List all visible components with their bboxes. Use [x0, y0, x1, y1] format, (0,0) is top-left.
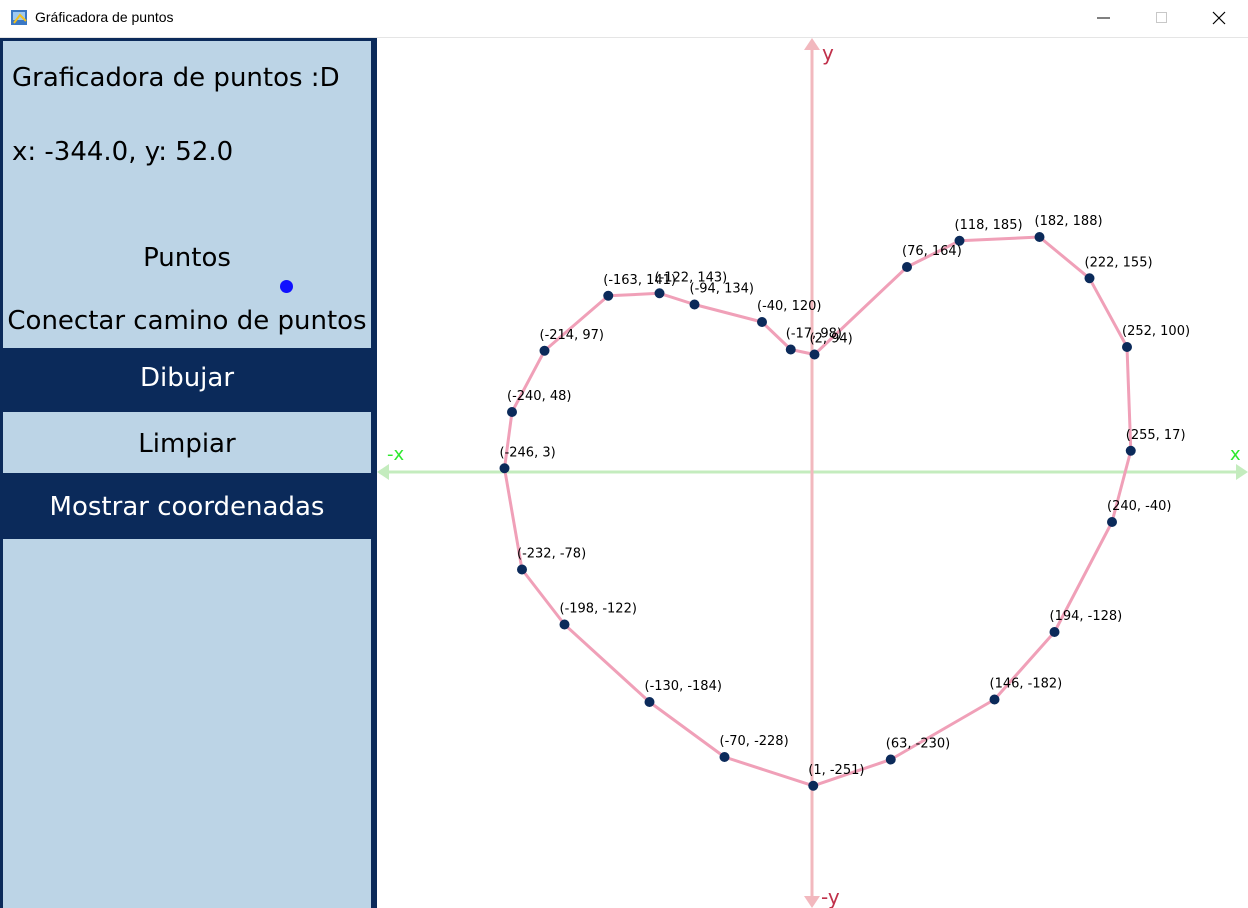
- connect-path-label[interactable]: Conectar camino de puntos: [0, 306, 374, 336]
- connected-path: [503, 235, 1133, 788]
- plot-point: [559, 619, 570, 630]
- cursor-coordinates: x: -344.0, y: 52.0: [12, 137, 234, 167]
- point-coordinate-label: (-246, 3): [500, 445, 556, 460]
- y-positive-label: y: [822, 41, 834, 65]
- point-coordinate-label: (194, -128): [1050, 609, 1123, 624]
- mode-label: Puntos: [143, 243, 231, 273]
- point-coordinate-label: (-198, -122): [560, 602, 637, 617]
- draw-button[interactable]: Dibujar: [3, 348, 371, 412]
- plot-point: [785, 344, 796, 355]
- plot-point: [507, 407, 517, 417]
- app-icon: [11, 10, 27, 25]
- plot-point: [1107, 517, 1117, 527]
- point-coordinate-label: (252, 100): [1122, 324, 1190, 339]
- plot-point: [1049, 627, 1060, 637]
- point-coordinate-label: (-232, -78): [517, 547, 586, 562]
- minimize-button[interactable]: [1075, 0, 1133, 36]
- clear-button[interactable]: Limpiar: [3, 414, 371, 472]
- close-button[interactable]: [1190, 0, 1248, 36]
- maximize-icon: [1156, 12, 1167, 23]
- maximize-button[interactable]: [1133, 0, 1191, 36]
- plot-point: [689, 299, 700, 310]
- plot-point: [902, 262, 912, 272]
- point-coordinate-label: (2, 94): [810, 332, 853, 347]
- point-coordinate-label: (222, 155): [1085, 255, 1153, 270]
- point-coordinate-label: (255, 17): [1126, 428, 1186, 443]
- point-coordinate-label: (76, 164): [902, 244, 962, 259]
- point-mode-indicator: [280, 280, 293, 293]
- plot-canvas[interactable]: -x x y -y (-246, 3) (-240, 48) (-214, 97) (…: [377, 38, 1248, 908]
- plot-point: [989, 694, 1000, 705]
- point-coordinate-label: (-214, 97): [540, 328, 604, 343]
- x-axis-arrow-left: [377, 464, 389, 480]
- y-axis-arrow-top: [804, 38, 820, 50]
- point-coordinate-label: (-240, 48): [507, 389, 571, 404]
- plot-point: [809, 349, 820, 360]
- point-coordinate-label: (182, 188): [1035, 214, 1103, 229]
- plot-point: [517, 564, 527, 575]
- plot-point: [1084, 273, 1095, 284]
- plot-point: [808, 780, 819, 791]
- x-positive-label: x: [1230, 444, 1241, 465]
- x-axis-arrow-right: [1236, 464, 1248, 480]
- plot-point: [885, 754, 896, 765]
- point-coordinate-label: (-130, -184): [645, 679, 722, 694]
- close-icon: [1212, 11, 1226, 25]
- points-layer: [499, 232, 1136, 791]
- point-coordinate-label: (-40, 120): [757, 299, 821, 314]
- y-negative-label: -y: [821, 885, 840, 908]
- plot-point: [603, 290, 614, 301]
- point-coordinate-label: (240, -40): [1107, 499, 1171, 514]
- y-axis-arrow-bottom: [804, 896, 820, 908]
- point-coordinate-label: (-70, -228): [720, 734, 789, 749]
- point-coordinate-label: (1, -251): [808, 763, 864, 778]
- plot-point: [757, 317, 767, 327]
- point-coordinate-label: (118, 185): [955, 218, 1023, 233]
- window-title: Gráficadora de puntos: [35, 9, 174, 25]
- plot-point: [654, 288, 665, 299]
- x-negative-label: -x: [387, 444, 404, 465]
- plot-point: [539, 345, 550, 356]
- plot-point: [1122, 342, 1132, 352]
- plot-point: [1034, 232, 1045, 242]
- point-coordinate-label: (146, -182): [990, 677, 1063, 692]
- control-panel: Graficadora de puntos :D x: -344.0, y: 5…: [0, 38, 377, 908]
- minimize-icon: [1097, 17, 1110, 19]
- show-coordinates-button[interactable]: Mostrar coordenadas: [3, 473, 371, 539]
- title-bar: Gráficadora de puntos: [0, 0, 1248, 38]
- plot-point: [719, 752, 730, 762]
- panel-heading: Graficadora de puntos :D: [12, 63, 340, 93]
- point-coordinate-label: (-94, 134): [690, 282, 754, 297]
- plot-point: [499, 463, 510, 474]
- point-coordinate-label: (63, -230): [886, 737, 950, 752]
- plot-point: [1125, 445, 1136, 456]
- plot-point: [644, 697, 655, 707]
